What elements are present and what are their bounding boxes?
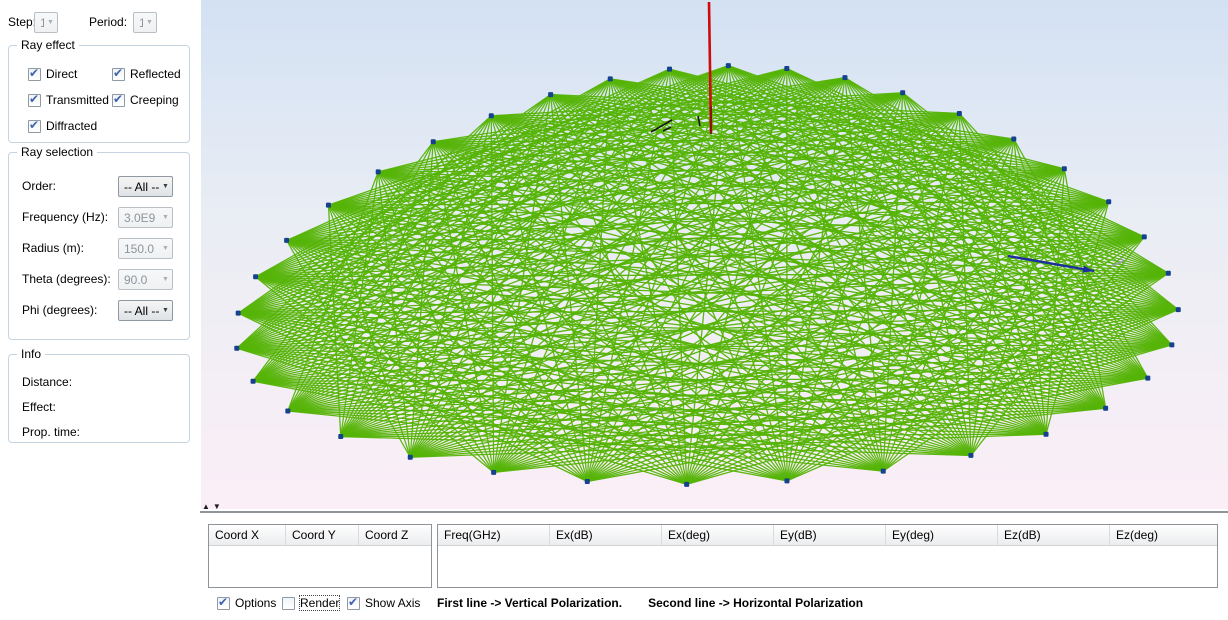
ray-effect-group: Ray effect Direct Reflected Transmitted … [8,45,190,143]
checkbox-direct[interactable]: Direct [28,66,77,82]
splitter-up-icon[interactable]: ▲ [202,502,213,511]
coord-table-header: Coord X Coord Y Coord Z [209,525,431,546]
ray-scene[interactable] [201,0,1228,509]
step-value: 1 [35,16,44,30]
checkbox-icon [28,68,41,81]
ey-db-header[interactable]: Ey(dB) [774,525,886,545]
order-label: Order: [22,179,56,193]
phi-label: Phi (degrees): [22,303,97,317]
checkbox-creeping[interactable]: Creeping [112,92,179,108]
viewport-3d[interactable] [201,0,1228,509]
theta-label: Theta (degrees): [22,272,111,286]
polarization-note-first: First line -> Vertical Polarization. [437,596,622,610]
chevron-down-icon: ▼ [44,19,57,26]
chevron-down-icon: ▼ [143,19,156,26]
field-table-header: Freq(GHz) Ex(dB) Ex(deg) Ey(dB) Ey(deg) … [438,525,1217,546]
coord-y-header[interactable]: Coord Y [286,525,359,545]
radius-label: Radius (m): [22,241,84,255]
checkbox-icon [28,120,41,133]
chevron-down-icon: ▼ [159,276,172,283]
checkbox-show-axis[interactable]: Show Axis [347,595,420,611]
checkbox-icon [347,597,360,610]
radius-dropdown[interactable]: 150.0 ▼ [118,238,173,259]
checkbox-icon [282,597,295,610]
effect-label: Effect: [22,400,56,414]
coord-z-header[interactable]: Coord Z [359,525,431,545]
period-label: Period: [89,15,127,29]
step-dropdown[interactable]: 1 ▼ [34,12,58,33]
prop-time-label: Prop. time: [22,425,80,439]
splitter-handle[interactable]: ▲▼ [202,502,224,511]
coord-x-header[interactable]: Coord X [209,525,286,545]
frequency-dropdown[interactable]: 3.0E9 ▼ [118,207,173,228]
phi-dropdown[interactable]: -- All -- ▼ [118,300,173,321]
period-dropdown[interactable]: 1 ▼ [133,12,157,33]
chevron-down-icon: ▼ [159,307,172,314]
ray-effect-title: Ray effect [17,38,79,52]
chevron-down-icon: ▼ [159,245,172,252]
checkbox-reflected[interactable]: Reflected [112,66,181,82]
checkbox-diffracted[interactable]: Diffracted [28,118,97,134]
info-title: Info [17,347,45,361]
distance-label: Distance: [22,375,72,389]
theta-dropdown[interactable]: 90.0 ▼ [118,269,173,290]
ez-deg-header[interactable]: Ez(deg) [1110,525,1217,545]
ray-selection-group: Ray selection Order: -- All -- ▼ Frequen… [8,152,190,340]
ray-selection-title: Ray selection [17,145,97,159]
ez-db-header[interactable]: Ez(dB) [998,525,1110,545]
splitter-down-icon[interactable]: ▼ [213,502,224,511]
checkbox-options[interactable]: Options [217,595,276,611]
polarization-note: First line -> Vertical Polarization. Seco… [437,596,863,610]
order-dropdown[interactable]: -- All -- ▼ [118,176,173,197]
checkbox-icon [28,94,41,107]
info-group: Info Distance: Effect: Prop. time: [8,354,190,443]
checkbox-icon [112,94,125,107]
chevron-down-icon: ▼ [159,214,172,221]
checkbox-icon [112,68,125,81]
polarization-note-second: Second line -> Horizontal Polarization [648,596,863,610]
ex-db-header[interactable]: Ex(dB) [550,525,662,545]
chevron-down-icon: ▼ [159,183,172,190]
frequency-label: Frequency (Hz): [22,210,108,224]
checkbox-transmitted[interactable]: Transmitted [28,92,109,108]
field-table-body[interactable] [438,546,1217,587]
freq-header[interactable]: Freq(GHz) [438,525,550,545]
coord-table-body[interactable] [209,546,431,587]
coord-table: Coord X Coord Y Coord Z [208,524,432,588]
checkbox-render[interactable]: Render [282,595,339,611]
ey-deg-header[interactable]: Ey(deg) [886,525,998,545]
panel-divider [200,511,1228,513]
step-label: Step: [8,15,36,29]
ex-deg-header[interactable]: Ex(deg) [662,525,774,545]
field-table: Freq(GHz) Ex(dB) Ex(deg) Ey(dB) Ey(deg) … [437,524,1218,588]
checkbox-icon [217,597,230,610]
period-value: 1 [134,16,143,30]
